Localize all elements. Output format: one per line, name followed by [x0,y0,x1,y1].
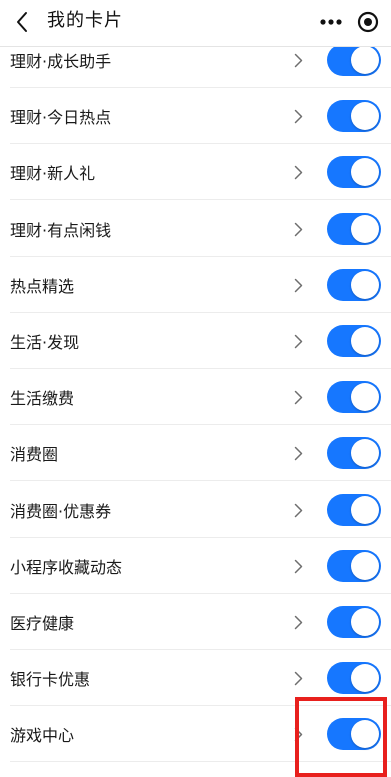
chevron-right-icon[interactable] [292,614,304,630]
chevron-right-icon[interactable] [292,502,304,518]
card-row[interactable]: 小程序收藏动态 [0,538,391,594]
toggle-knob [351,102,379,130]
card-label: 游戏中心 [10,726,75,745]
card-toggle[interactable] [327,325,381,357]
close-miniprogram-button[interactable] [355,9,381,35]
card-label: 理财·今日热点 [10,108,112,127]
chevron-right-icon[interactable] [292,445,304,461]
chevron-right-icon[interactable] [292,558,304,574]
chevron-right-icon[interactable] [292,333,304,349]
toggle-knob [351,46,379,74]
card-row[interactable]: 消费圈 [0,425,391,481]
card-row[interactable]: 热点精选 [0,257,391,313]
chevron-right-icon[interactable] [292,52,304,68]
card-label: 理财·新人礼 [10,164,96,183]
row-divider [10,480,391,481]
more-button[interactable] [317,10,345,34]
card-toggle[interactable] [327,269,381,301]
card-row[interactable]: 生活缴费 [0,369,391,425]
card-row[interactable]: 理财·今日热点 [0,88,391,144]
top-bar: 我的卡片 [0,0,391,47]
card-label: 生活·发现 [10,333,80,352]
card-label: 热点精选 [10,277,75,296]
row-divider [10,199,391,200]
card-label: 小程序收藏动态 [10,558,123,577]
toggle-knob [351,439,379,467]
toggle-knob [351,664,379,692]
chevron-right-icon[interactable] [292,670,304,686]
card-toggle[interactable] [327,550,381,582]
toggle-knob [351,327,379,355]
card-label: 银行卡优惠 [10,670,91,689]
card-row[interactable]: 理财·新人礼 [0,144,391,200]
card-row[interactable]: 消费圈·优惠券 [0,482,391,538]
card-toggle[interactable] [327,213,381,245]
page-title: 我的卡片 [47,10,123,31]
card-label: 消费圈·优惠券 [10,502,112,521]
card-label: 消费圈 [10,445,59,464]
toggle-knob [351,552,379,580]
card-toggle[interactable] [327,494,381,526]
card-label: 理财·有点闲钱 [10,221,112,240]
card-toggle[interactable] [327,437,381,469]
more-dots-icon [320,19,342,25]
chevron-right-icon[interactable] [292,164,304,180]
card-toggle[interactable] [327,662,381,694]
card-toggle[interactable] [327,156,381,188]
card-toggle[interactable] [327,606,381,638]
chevron-right-icon[interactable] [292,389,304,405]
toggle-knob [351,158,379,186]
card-label: 生活缴费 [10,389,75,408]
toggle-knob [351,383,379,411]
highlight-box [295,697,387,777]
card-toggle[interactable] [327,44,381,76]
back-button[interactable] [8,8,36,36]
toggle-knob [351,496,379,524]
card-toggle[interactable] [327,100,381,132]
toggle-knob [351,215,379,243]
card-label: 理财·成长助手 [10,52,112,71]
card-row[interactable]: 理财·有点闲钱 [0,201,391,257]
toggle-knob [351,271,379,299]
toggle-knob [351,608,379,636]
card-toggle[interactable] [327,381,381,413]
chevron-left-icon [17,12,27,32]
card-label: 医疗健康 [10,614,75,633]
target-circle-icon [357,11,379,33]
card-row[interactable]: 生活·发现 [0,313,391,369]
chevron-right-icon[interactable] [292,221,304,237]
chevron-right-icon[interactable] [292,108,304,124]
chevron-right-icon[interactable] [292,277,304,293]
card-row[interactable]: 医疗健康 [0,594,391,650]
